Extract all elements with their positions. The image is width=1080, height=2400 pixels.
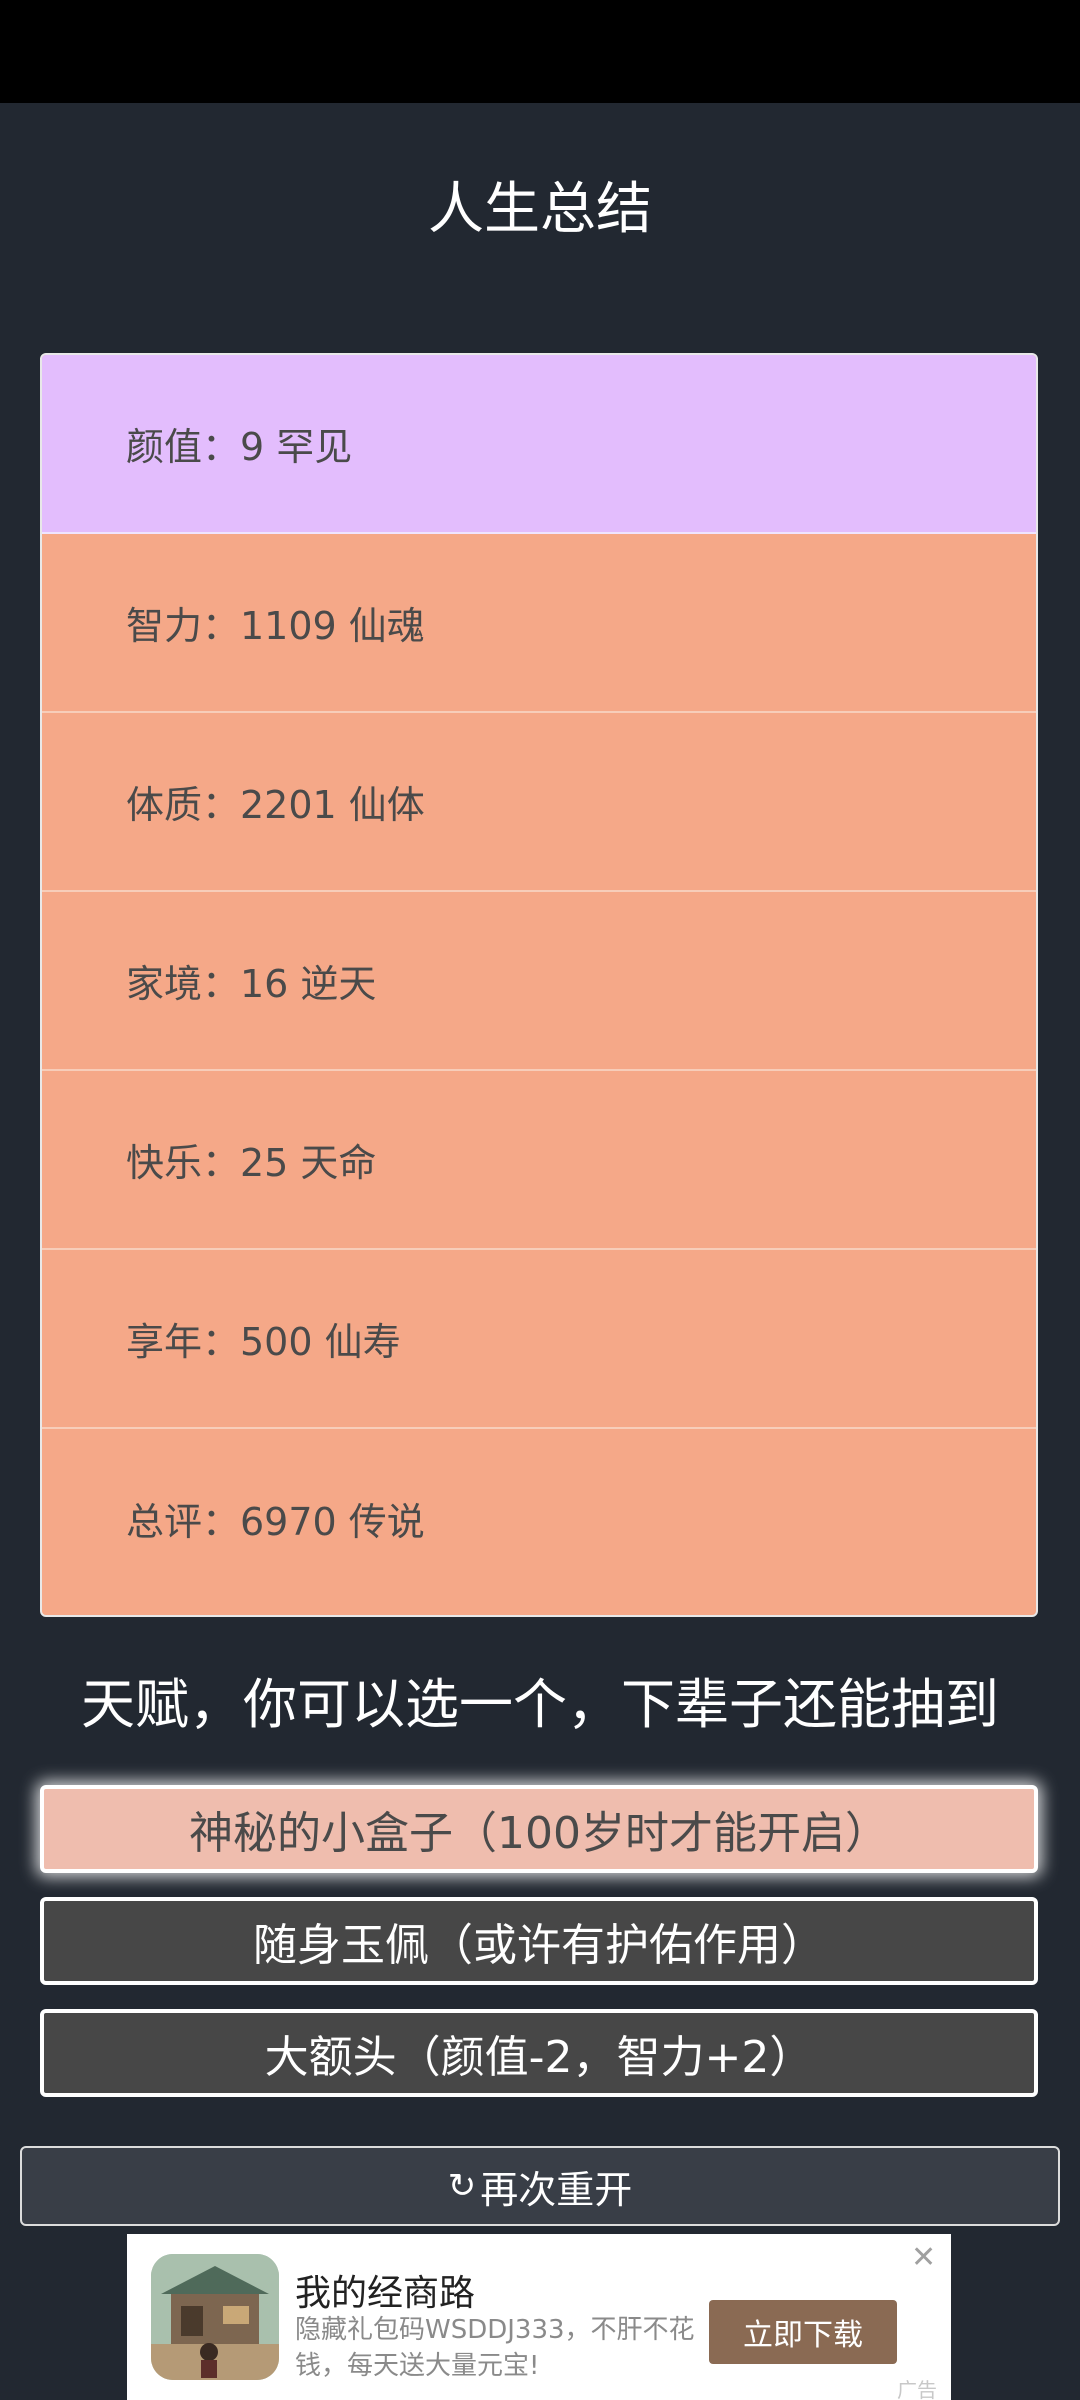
restart-label: 再次重开 — [480, 2167, 633, 2212]
summary-row-lifespan: 享年：500 仙寿 — [42, 1250, 1036, 1429]
status-bar — [0, 0, 1080, 103]
talent-option-big-forehead[interactable]: 大额头（颜值-2，智力+2） — [40, 2009, 1038, 2097]
ad-title: 我的经商路 — [295, 2273, 476, 2314]
ad-label: 广告 — [897, 2378, 937, 2400]
ad-app-thumbnail[interactable] — [151, 2254, 279, 2380]
talent-option-jade-pendant[interactable]: 随身玉佩（或许有护佑作用） — [40, 1897, 1038, 1985]
summary-row-total-score: 总评：6970 传说 — [126, 1500, 425, 1544]
ad-banner[interactable]: 我的经商路 隐藏礼包码WSDDJ333，不肝不花钱，每天送大量元宝! 立即下载 … — [127, 2234, 951, 2400]
summary-row-intelligence: 智力：1109 仙魂 — [42, 534, 1036, 713]
talent-heading: 天赋，你可以选一个，下辈子还能抽到 — [81, 1673, 999, 1736]
restart-button[interactable]: ↻ 再次重开 — [20, 2146, 1060, 2226]
ad-download-button[interactable]: 立即下载 — [709, 2300, 897, 2364]
talent-option-mystery-box[interactable]: 神秘的小盒子（100岁时才能开启） — [40, 1785, 1038, 1873]
ad-description: 隐藏礼包码WSDDJ333，不肝不花钱，每天送大量元宝! — [295, 2315, 695, 2381]
page-title: 人生总结 — [428, 177, 652, 242]
close-icon[interactable]: ✕ — [911, 2240, 936, 2275]
summary-row-family: 家境：16 逆天 — [42, 892, 1036, 1071]
summary-row-constitution: 体质：2201 仙体 — [42, 713, 1036, 892]
refresh-icon: ↻ — [447, 2166, 477, 2206]
summary-row-appearance: 颜值：9 罕见 — [42, 355, 1036, 534]
summary-row-happiness: 快乐：25 天命 — [42, 1071, 1036, 1250]
summary-table: 颜值：9 罕见 智力：1109 仙魂 体质：2201 仙体 家境：16 逆天 快… — [40, 353, 1038, 1617]
